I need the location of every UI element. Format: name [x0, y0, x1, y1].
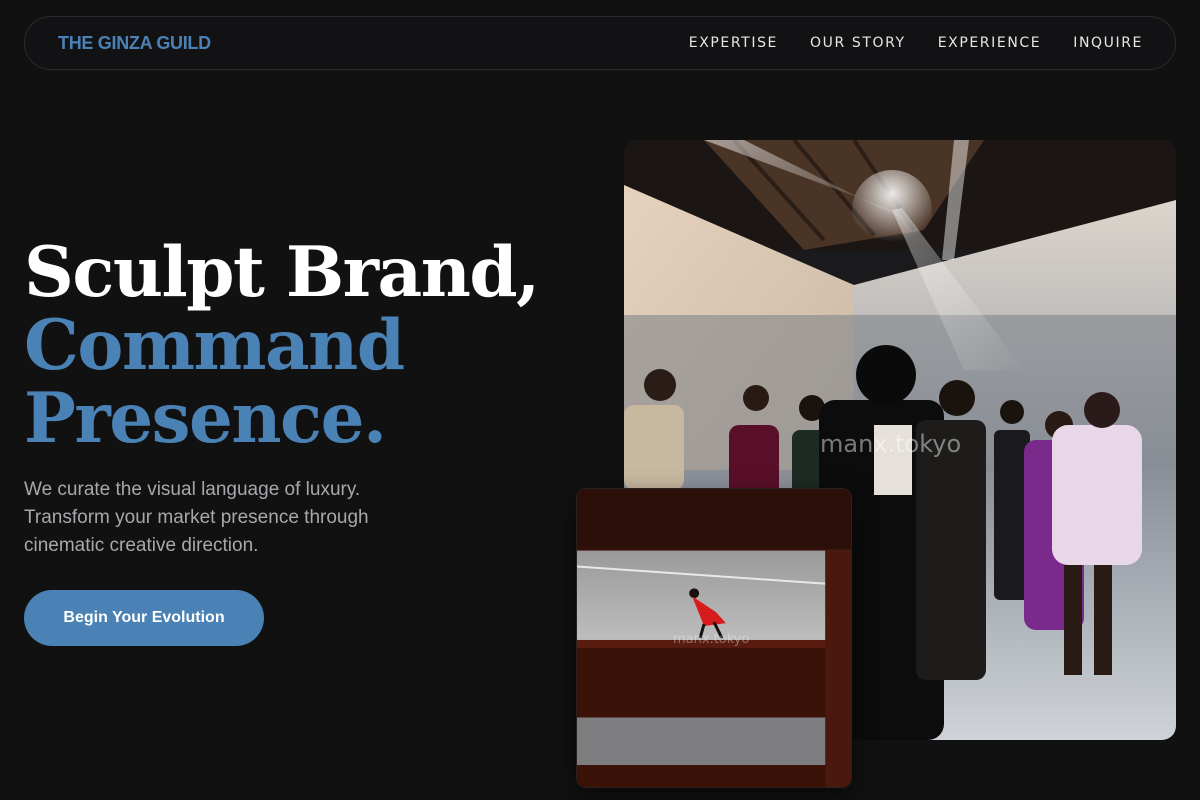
hero-title-line-2: Command	[24, 305, 405, 386]
brand-logo[interactable]: THE GINZA GUILD	[58, 33, 211, 54]
landing-page: THE GINZA GUILD EXPERTISE OUR STORY EXPE…	[0, 0, 1200, 800]
nav-link-inquire[interactable]: INQUIRE	[1073, 35, 1143, 51]
nav-link-expertise[interactable]: EXPERTISE	[689, 35, 778, 51]
inset-photo-runway: manx.tokyo	[576, 488, 852, 788]
nav-link-experience[interactable]: EXPERIENCE	[938, 35, 1042, 51]
hero-subtitle: We curate the visual language of luxury.…	[24, 479, 369, 556]
nav-link-our-story[interactable]: OUR STORY	[810, 35, 906, 51]
inset-photo-illustration	[577, 489, 851, 787]
begin-evolution-button[interactable]: Begin Your Evolution	[24, 590, 264, 646]
hero-title-line-1: Sculpt Brand,	[24, 232, 540, 313]
hero-title-line-3: Presence.	[24, 378, 387, 459]
nav-links: EXPERTISE OUR STORY EXPERIENCE INQUIRE	[657, 35, 1143, 51]
top-nav: THE GINZA GUILD EXPERTISE OUR STORY EXPE…	[24, 16, 1176, 70]
hero-title: Sculpt Brand, Command Presence.	[24, 236, 544, 455]
